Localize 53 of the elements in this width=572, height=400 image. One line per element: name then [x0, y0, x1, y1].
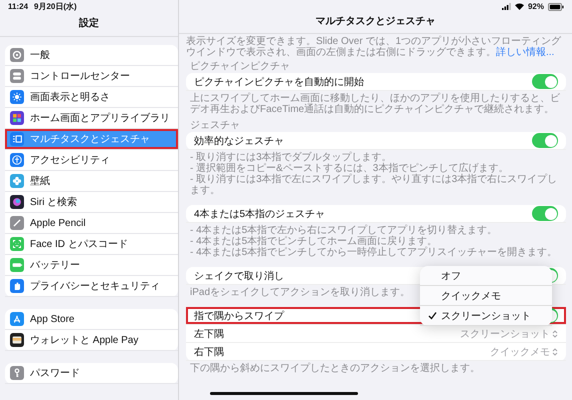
sidebar-item[interactable]: コントロールセンター	[5, 66, 178, 87]
toggle-switch[interactable]	[532, 206, 558, 221]
menu-item[interactable]: オフ	[420, 266, 552, 286]
intro-text: 表示サイズを変更できます。Slide Over では、1つのアプリが小さいフローティングウインドウで表示され、画面の左側または右側にドラッグできます。詳しい情報...	[186, 36, 562, 58]
sidebar-item[interactable]: プライバシーとセキュリティ	[5, 276, 178, 297]
settings-row[interactable]: 4本または5本指のジェスチャ	[186, 205, 566, 223]
menu-item[interactable]: クイックメモ	[420, 286, 552, 306]
settings-row[interactable]: ピクチャインピクチャを自動的に開始	[186, 73, 566, 91]
learn-more-link[interactable]: 詳しい情報...	[496, 47, 554, 58]
status-time: 11:24	[8, 2, 28, 11]
footnote-text: iPadをシェイクしてアクションを取り消します。	[190, 287, 410, 298]
up-down-chevron-icon	[552, 330, 558, 338]
status-date: 9月20日(水)	[34, 1, 77, 12]
sidebar-item[interactable]: Apple Pencil	[5, 213, 178, 234]
sidebar-item[interactable]: バッテリー	[5, 255, 178, 276]
footnote-text: - 取り消すには3本指で左にスワイプします。やり直すには3本指で右にスワイプします。	[190, 174, 558, 196]
sidebar-title: 設定	[0, 13, 178, 37]
settings-row[interactable]: 効率的なジェスチャ	[186, 132, 566, 150]
settings-row[interactable]: 左下隅 スクリーンショット	[186, 325, 566, 343]
row-label: 効率的なジェスチャ	[194, 134, 284, 148]
sidebar-item[interactable]: 壁紙	[5, 171, 178, 192]
toggle-switch[interactable]	[532, 74, 558, 89]
footnote-text: - 選択範囲をコピー&ペーストするには、3本指でピンチして広げます。	[190, 163, 508, 174]
up-down-chevron-icon	[552, 348, 558, 356]
section-header: ジェスチャ	[190, 120, 241, 131]
row-label: 4本または5本指のジェスチャ	[194, 208, 326, 220]
page-title: マルチタスクとジェスチャ	[179, 13, 572, 34]
settings-row[interactable]: 右下隅 クイックメモ	[186, 343, 566, 361]
row-label: シェイクで取り消し	[194, 270, 284, 282]
battery-icon	[548, 2, 564, 10]
signal-icon	[502, 3, 511, 10]
sidebar-item[interactable]: 一般	[5, 45, 178, 66]
sidebar-item[interactable]: ウォレットと Apple Pay	[5, 330, 178, 351]
row-label: 左下隅	[194, 328, 224, 340]
footnote-text: - 4本または5本指で左から右にスワイプしてアプリを切り替えます。	[190, 225, 498, 236]
footnote-text: - 4本または5本指でピンチしてホーム画面に戻ります。	[190, 236, 438, 247]
row-label: 右下隅	[194, 346, 224, 358]
footnote-text: - 4本または5本指でピンチしてから一時停止してアプリスイッチャーを開きます。	[190, 247, 558, 258]
row-label: ピクチャインピクチャを自動的に開始	[194, 76, 364, 88]
battery-percent: 92%	[528, 2, 544, 11]
toggle-switch[interactable]	[532, 133, 558, 148]
sidebar-item[interactable]: Siri と検索	[5, 192, 178, 213]
sidebar-item[interactable]: パスワード	[5, 363, 178, 384]
sidebar-item[interactable]: App Store	[5, 309, 178, 330]
footnote-text: 上にスワイプしてホーム画面に移動したり、ほかのアプリを使用したりすると、ビデオ再生およびFaceTime通話は自動的にピクチャインピクチャで継続されます。	[190, 93, 561, 115]
wifi-icon	[514, 3, 524, 10]
row-label: 指で隅からスワイプ	[194, 310, 284, 322]
footnote-text: 下の隅から斜めにスワイプしたときのアクションを選択します。	[190, 363, 480, 374]
sidebar-item[interactable]: 画面表示と明るさ	[5, 87, 178, 108]
footnote-text: - 取り消すには3本指でダブルタップします。	[190, 152, 392, 163]
sidebar-item[interactable]: アクセシビリティ	[5, 150, 178, 171]
section-header: ピクチャインピクチャ	[190, 61, 291, 72]
sidebar-item[interactable]: Face ID とパスコード	[5, 234, 178, 255]
